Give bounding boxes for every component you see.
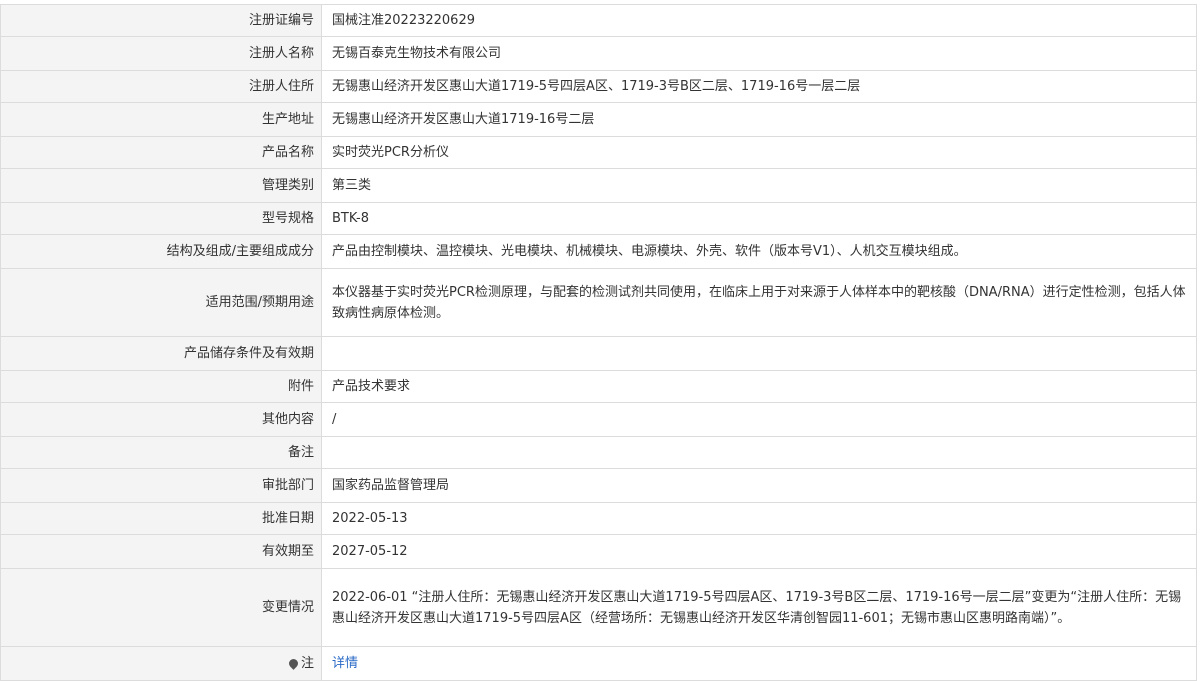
value-model-spec: BTK-8 bbox=[321, 202, 1197, 235]
row-intended-use: 适用范围/预期用途 本仪器基于实时荧光PCR检测原理，与配套的检测试剂共同使用，… bbox=[0, 268, 1197, 337]
row-storage: 产品储存条件及有效期 bbox=[0, 336, 1197, 371]
value-attachment: 产品技术要求 bbox=[321, 370, 1197, 403]
row-valid-until: 有效期至 2027-05-12 bbox=[0, 534, 1197, 569]
row-note: 注 详情 bbox=[0, 646, 1197, 681]
row-attachment: 附件 产品技术要求 bbox=[0, 370, 1197, 403]
row-model-spec: 型号规格 BTK-8 bbox=[0, 202, 1197, 235]
value-storage bbox=[321, 336, 1197, 371]
value-registration-number: 国械注准20223220629 bbox=[321, 4, 1197, 37]
value-approval-dept: 国家药品监督管理局 bbox=[321, 468, 1197, 503]
value-remarks bbox=[321, 436, 1197, 469]
row-other: 其他内容 / bbox=[0, 402, 1197, 437]
note-label: 注 bbox=[300, 656, 314, 671]
label-registration-number: 注册证编号 bbox=[0, 4, 322, 37]
value-production-address: 无锡惠山经济开发区惠山大道1719-16号二层 bbox=[321, 102, 1197, 137]
registration-table: 注册证编号 国械注准20223220629 注册人名称 无锡百泰克生物技术有限公… bbox=[0, 4, 1197, 681]
label-model-spec: 型号规格 bbox=[0, 202, 322, 235]
value-approval-date: 2022-05-13 bbox=[321, 502, 1197, 535]
label-product-name: 产品名称 bbox=[0, 136, 322, 169]
row-approval-date: 批准日期 2022-05-13 bbox=[0, 502, 1197, 535]
value-management-class: 第三类 bbox=[321, 168, 1197, 203]
row-approval-dept: 审批部门 国家药品监督管理局 bbox=[0, 468, 1197, 503]
details-link[interactable]: 详情 bbox=[332, 656, 358, 671]
value-structure: 产品由控制模块、温控模块、光电模块、机械模块、电源模块、外壳、软件（版本号V1）… bbox=[321, 234, 1197, 269]
value-registrant-name: 无锡百泰克生物技术有限公司 bbox=[321, 36, 1197, 71]
value-valid-until: 2027-05-12 bbox=[321, 534, 1197, 569]
value-other: / bbox=[321, 402, 1197, 437]
label-remarks: 备注 bbox=[0, 436, 322, 469]
label-production-address: 生产地址 bbox=[0, 102, 322, 137]
value-intended-use: 本仪器基于实时荧光PCR检测原理，与配套的检测试剂共同使用，在临床上用于对来源于… bbox=[321, 268, 1197, 337]
label-storage: 产品储存条件及有效期 bbox=[0, 336, 322, 371]
row-changes: 变更情况 2022-06-01 “注册人住所：无锡惠山经济开发区惠山大道1719… bbox=[0, 568, 1197, 647]
value-product-name: 实时荧光PCR分析仪 bbox=[321, 136, 1197, 169]
value-note: 详情 bbox=[321, 646, 1197, 681]
label-registrant-address: 注册人住所 bbox=[0, 70, 322, 103]
value-registrant-address: 无锡惠山经济开发区惠山大道1719-5号四层A区、1719-3号B区二层、171… bbox=[321, 70, 1197, 103]
row-remarks: 备注 bbox=[0, 436, 1197, 469]
row-management-class: 管理类别 第三类 bbox=[0, 168, 1197, 203]
row-product-name: 产品名称 实时荧光PCR分析仪 bbox=[0, 136, 1197, 169]
row-structure: 结构及组成/主要组成成分 产品由控制模块、温控模块、光电模块、机械模块、电源模块… bbox=[0, 234, 1197, 269]
label-other: 其他内容 bbox=[0, 402, 322, 437]
label-note: 注 bbox=[0, 646, 322, 681]
label-valid-until: 有效期至 bbox=[0, 534, 322, 569]
label-intended-use: 适用范围/预期用途 bbox=[0, 268, 322, 337]
row-registrant-address: 注册人住所 无锡惠山经济开发区惠山大道1719-5号四层A区、1719-3号B区… bbox=[0, 70, 1197, 103]
registration-detail: 注册证编号 国械注准20223220629 注册人名称 无锡百泰克生物技术有限公… bbox=[0, 4, 1198, 681]
label-structure: 结构及组成/主要组成成分 bbox=[0, 234, 322, 269]
label-management-class: 管理类别 bbox=[0, 168, 322, 203]
row-registration-number: 注册证编号 国械注准20223220629 bbox=[0, 4, 1197, 37]
row-production-address: 生产地址 无锡惠山经济开发区惠山大道1719-16号二层 bbox=[0, 102, 1197, 137]
row-registrant-name: 注册人名称 无锡百泰克生物技术有限公司 bbox=[0, 36, 1197, 71]
value-changes: 2022-06-01 “注册人住所：无锡惠山经济开发区惠山大道1719-5号四层… bbox=[321, 568, 1197, 647]
label-registrant-name: 注册人名称 bbox=[0, 36, 322, 71]
label-approval-date: 批准日期 bbox=[0, 502, 322, 535]
label-attachment: 附件 bbox=[0, 370, 322, 403]
label-approval-dept: 审批部门 bbox=[0, 468, 322, 503]
label-changes: 变更情况 bbox=[0, 568, 322, 647]
